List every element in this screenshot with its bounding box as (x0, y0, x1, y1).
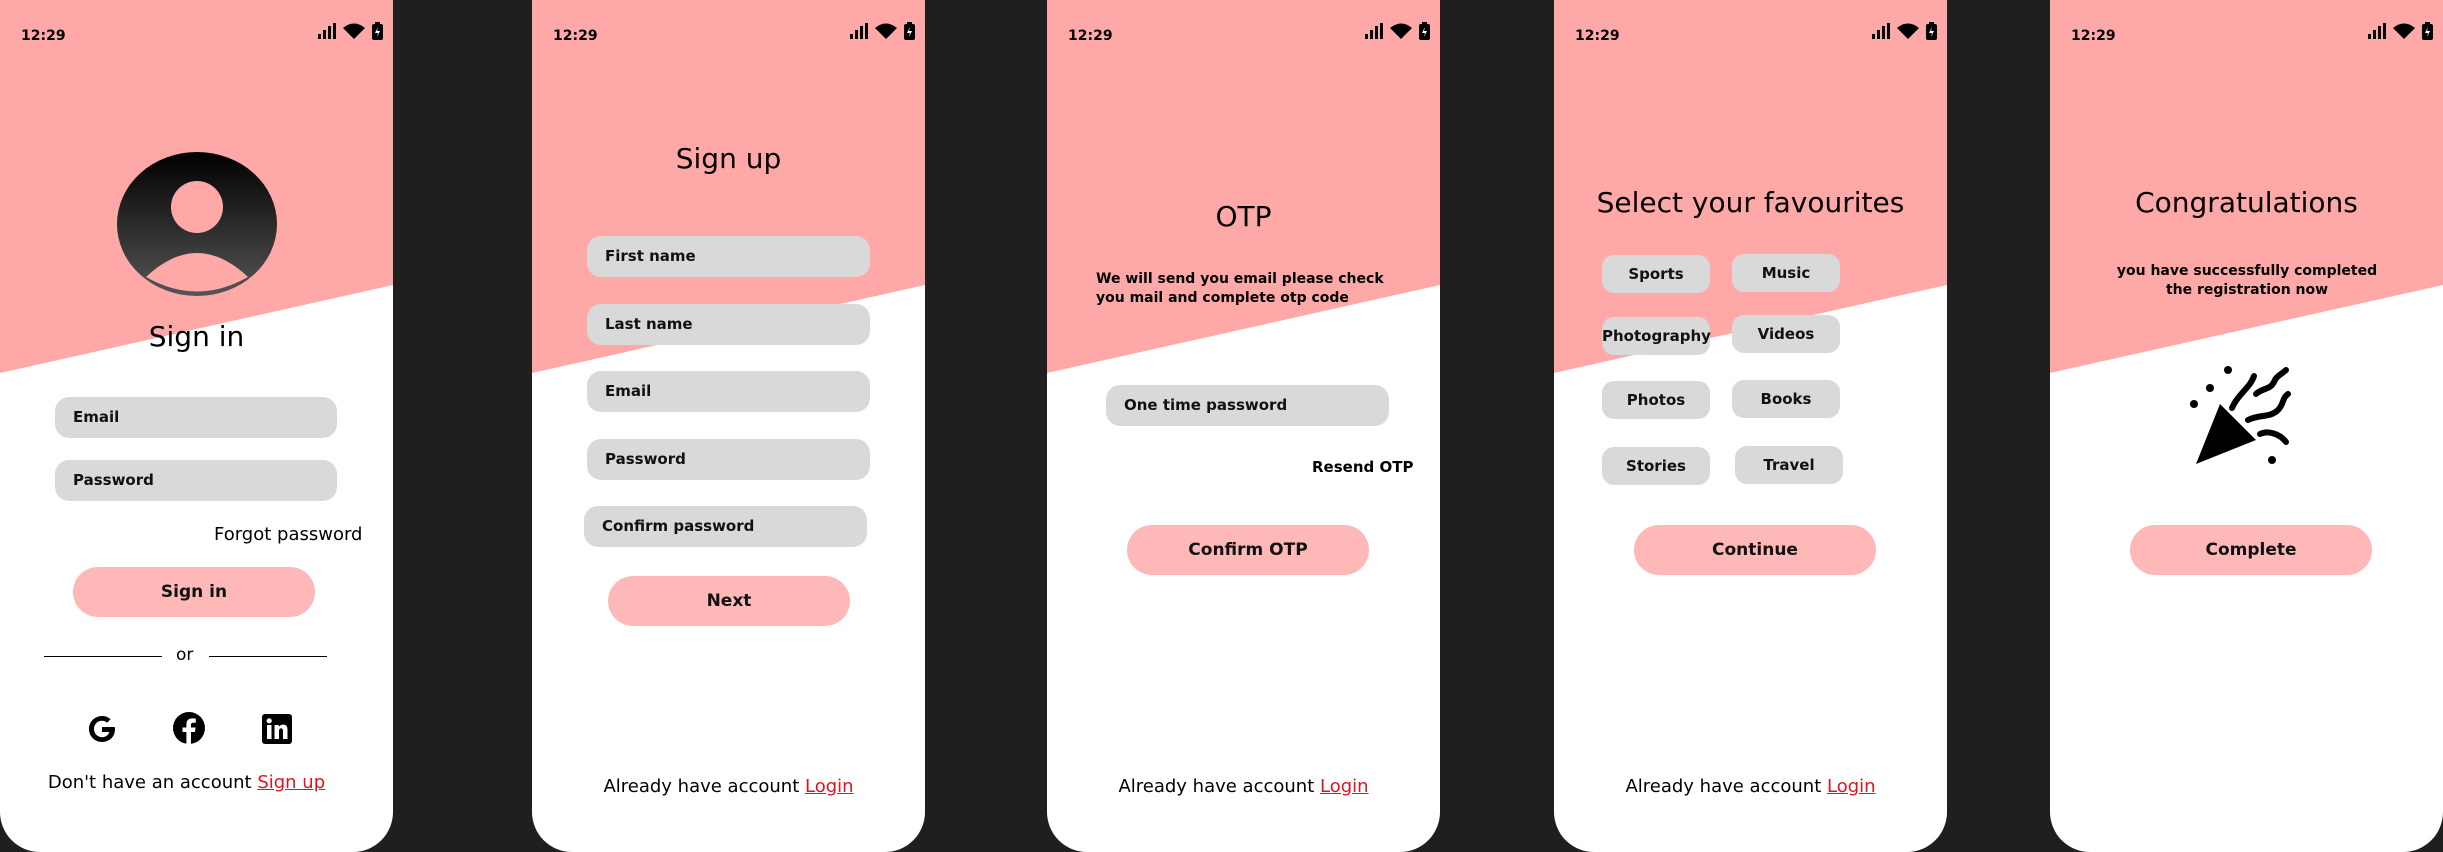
signup-prompt-text: Don't have an account (47, 772, 258, 793)
chip-photos[interactable]: Photos (1602, 381, 1710, 419)
battery-icon (372, 22, 383, 40)
login-prompt-text: Already have account (603, 776, 805, 797)
forgot-password-link[interactable]: Forgot password (214, 524, 362, 545)
wifi-icon (1390, 23, 1412, 39)
party-popper-icon (2190, 366, 2291, 464)
battery-icon (1419, 22, 1430, 40)
page-title: Sign in (148, 320, 245, 353)
continue-button[interactable]: Continue (1634, 525, 1876, 575)
wifi-icon (2393, 23, 2415, 39)
password-field[interactable]: Password (587, 439, 870, 480)
status-time: 12:29 (1068, 28, 1113, 44)
password-field[interactable]: Password (55, 460, 337, 501)
resend-otp-link[interactable]: Resend OTP (1312, 458, 1413, 476)
signal-icon (850, 23, 868, 39)
status-icons (850, 22, 915, 40)
status-icons (1365, 22, 1430, 40)
login-prompt-text: Already have account (1118, 776, 1320, 797)
google-icon[interactable] (86, 713, 118, 745)
favourites-screen: 12:29 Select your favourites Sports Musi… (1554, 0, 1947, 852)
confirm-otp-button[interactable]: Confirm OTP (1127, 525, 1369, 575)
battery-icon (2422, 22, 2433, 40)
status-icons (2368, 22, 2433, 40)
linkedin-icon[interactable] (262, 714, 292, 744)
login-prompt: Already have account Login (532, 776, 925, 797)
status-icons (1872, 22, 1937, 40)
login-link[interactable]: Login (805, 776, 854, 797)
page-title: Sign up (675, 142, 782, 175)
email-field[interactable]: Email (55, 397, 337, 438)
page-title: Congratulations (2135, 186, 2358, 219)
chip-photography[interactable]: Photography (1602, 317, 1711, 355)
otp-screen: 12:29 OTP We will send you email please … (1047, 0, 1440, 852)
login-prompt: Already have account Login (1554, 776, 1947, 797)
page-title: OTP (1215, 200, 1272, 233)
status-time: 12:29 (553, 28, 598, 44)
chip-stories[interactable]: Stories (1602, 447, 1710, 485)
status-time: 12:29 (21, 28, 66, 44)
login-link[interactable]: Login (1320, 776, 1369, 797)
status-icons (318, 22, 383, 40)
page-title: Select your favourites (1596, 186, 1905, 219)
divider-left (44, 656, 162, 657)
login-prompt-text: Already have account (1625, 776, 1827, 797)
signin-button[interactable]: Sign in (73, 567, 315, 617)
next-button[interactable]: Next (608, 576, 850, 626)
otp-description: We will send you email please check you … (1096, 271, 1384, 306)
email-field[interactable]: Email (587, 371, 870, 412)
facebook-icon[interactable] (172, 711, 206, 745)
divider-text: or (176, 645, 194, 665)
congrats-description: you have successfully completed the regi… (2116, 263, 2378, 298)
signal-icon (1365, 23, 1383, 39)
divider-right (209, 656, 327, 657)
otp-field[interactable]: One time password (1106, 385, 1389, 426)
congratulations-screen: 12:29 Congratulations you have successfu… (2050, 0, 2443, 852)
signin-screen: 12:29 Sign in Email Password Forgot pass… (0, 0, 393, 852)
confirm-password-field[interactable]: Confirm password (584, 506, 867, 547)
chip-videos[interactable]: Videos (1732, 315, 1840, 353)
wifi-icon (343, 23, 365, 39)
status-time: 12:29 (2071, 28, 2116, 44)
wifi-icon (875, 23, 897, 39)
last-name-field[interactable]: Last name (587, 304, 870, 345)
first-name-field[interactable]: First name (587, 236, 870, 277)
battery-icon (1926, 22, 1937, 40)
signup-prompt: Don't have an account Sign up (0, 772, 383, 793)
login-link[interactable]: Login (1827, 776, 1876, 797)
login-prompt: Already have account Login (1047, 776, 1440, 797)
chip-books[interactable]: Books (1732, 380, 1840, 418)
signal-icon (318, 23, 336, 39)
wifi-icon (1897, 23, 1919, 39)
chip-sports[interactable]: Sports (1602, 255, 1710, 293)
chip-travel[interactable]: Travel (1735, 446, 1843, 484)
signup-link[interactable]: Sign up (257, 772, 325, 793)
user-avatar-icon (117, 152, 277, 296)
signup-screen: 12:29 Sign up First name Last name Email… (532, 0, 925, 852)
battery-icon (904, 22, 915, 40)
complete-button[interactable]: Complete (2130, 525, 2372, 575)
signal-icon (2368, 23, 2386, 39)
chip-music[interactable]: Music (1732, 254, 1840, 292)
signal-icon (1872, 23, 1890, 39)
status-time: 12:29 (1575, 28, 1620, 44)
